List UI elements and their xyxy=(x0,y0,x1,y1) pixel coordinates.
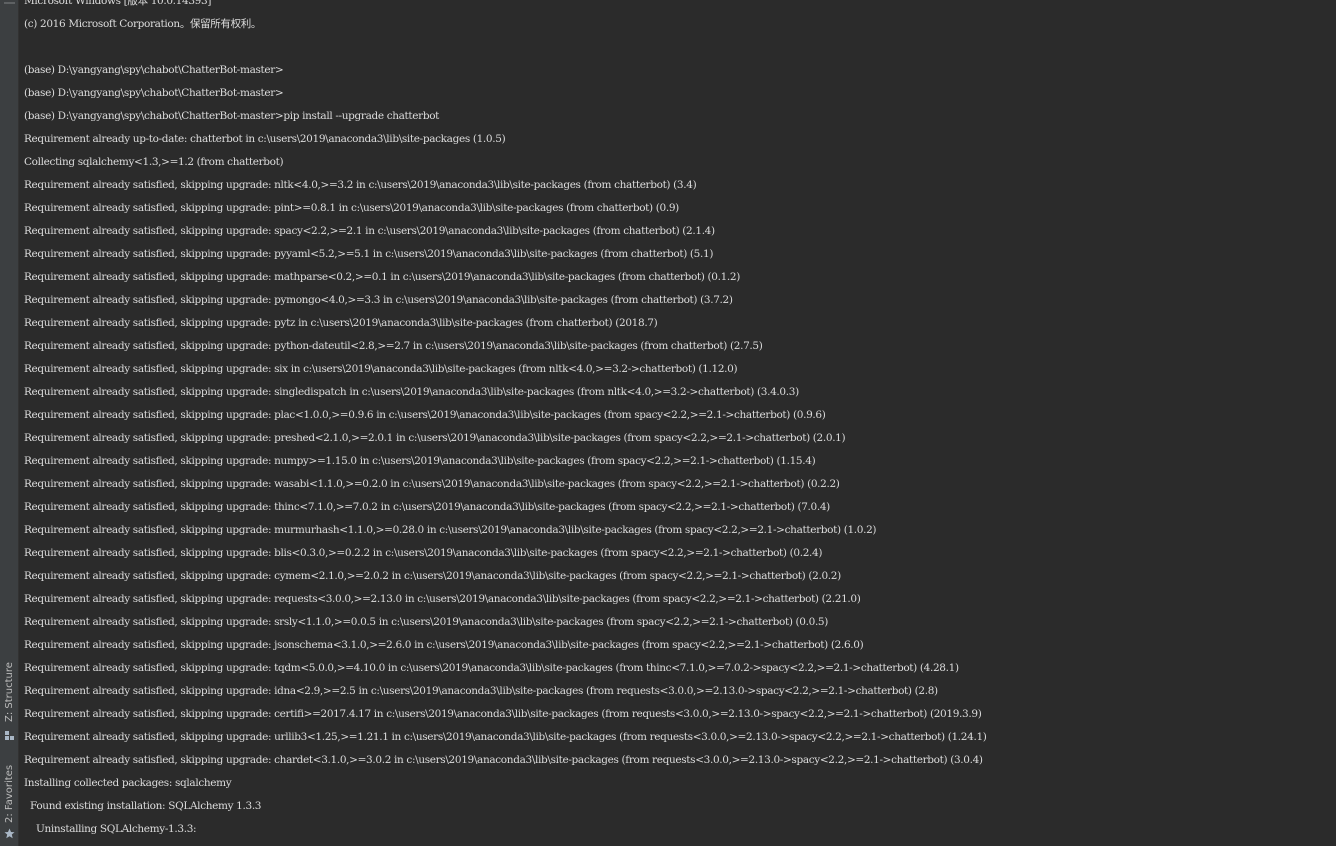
terminal-output[interactable]: Microsoft Windows [版本 10.0.14393] (c) 201… xyxy=(20,0,1336,846)
terminal-line: Requirement already satisfied, skipping … xyxy=(24,271,740,283)
terminal-line: Requirement already satisfied, skipping … xyxy=(24,685,938,697)
terminal-line: Requirement already up-to-date: chatterb… xyxy=(24,133,506,145)
strip-handle xyxy=(4,2,15,4)
terminal-line: Requirement already satisfied, skipping … xyxy=(24,662,959,674)
tab-structure-label: Z: Structure xyxy=(4,662,15,722)
terminal-line: Requirement already satisfied, skipping … xyxy=(24,432,846,444)
terminal-line: Requirement already satisfied, skipping … xyxy=(24,731,987,743)
tool-window-strip: Z: Structure 2: Favorites xyxy=(0,0,19,846)
terminal-line: Requirement already satisfied, skipping … xyxy=(24,593,861,605)
terminal-line: Requirement already satisfied, skipping … xyxy=(24,363,738,375)
terminal-line: Requirement already satisfied, skipping … xyxy=(24,501,830,513)
terminal-line: (base) D:\yangyang\spy\chabot\ChatterBot… xyxy=(24,87,284,99)
terminal-line: Requirement already satisfied, skipping … xyxy=(24,524,877,536)
terminal-line: Requirement already satisfied, skipping … xyxy=(24,340,763,352)
terminal-line: Requirement already satisfied, skipping … xyxy=(24,248,714,260)
structure-icon[interactable] xyxy=(4,730,15,741)
terminal-line: Requirement already satisfied, skipping … xyxy=(24,708,982,720)
terminal-line: Requirement already satisfied, skipping … xyxy=(24,616,829,628)
star-icon[interactable] xyxy=(4,828,15,839)
terminal-line: Requirement already satisfied, skipping … xyxy=(24,409,826,421)
terminal-line: Requirement already satisfied, skipping … xyxy=(24,547,823,559)
terminal-line: (base) D:\yangyang\spy\chabot\ChatterBot… xyxy=(24,110,440,122)
tab-favorites-label: 2: Favorites xyxy=(4,764,15,823)
terminal-line: Requirement already satisfied, skipping … xyxy=(24,317,658,329)
terminal-line: Requirement already satisfied, skipping … xyxy=(24,455,816,467)
terminal-line: (base) D:\yangyang\spy\chabot\ChatterBot… xyxy=(24,64,284,76)
terminal-line: Found existing installation: SQLAlchemy … xyxy=(24,800,262,812)
terminal-line: Requirement already satisfied, skipping … xyxy=(24,386,799,398)
terminal-line: Microsoft Windows [版本 10.0.14393] xyxy=(24,0,212,7)
terminal-line: Requirement already satisfied, skipping … xyxy=(24,225,715,237)
terminal-line: Requirement already satisfied, skipping … xyxy=(24,179,697,191)
terminal-line: Installing collected packages: sqlalchem… xyxy=(24,777,232,789)
terminal-line: Uninstalling SQLAlchemy-1.3.3: xyxy=(24,823,197,835)
terminal-line: Collecting sqlalchemy<1.3,>=1.2 (from ch… xyxy=(24,156,284,168)
terminal-line: Requirement already satisfied, skipping … xyxy=(24,754,983,766)
terminal-line: Requirement already satisfied, skipping … xyxy=(24,570,841,582)
ide-window: Z: Structure 2: Favorites Microsoft Wind… xyxy=(0,0,1336,846)
terminal-line: Requirement already satisfied, skipping … xyxy=(24,478,840,490)
terminal-line: Requirement already satisfied, skipping … xyxy=(24,202,679,214)
terminal-line: Requirement already satisfied, skipping … xyxy=(24,294,733,306)
terminal-line: Requirement already satisfied, skipping … xyxy=(24,639,864,651)
terminal-line: (c) 2016 Microsoft Corporation。保留所有权利。 xyxy=(24,18,262,30)
